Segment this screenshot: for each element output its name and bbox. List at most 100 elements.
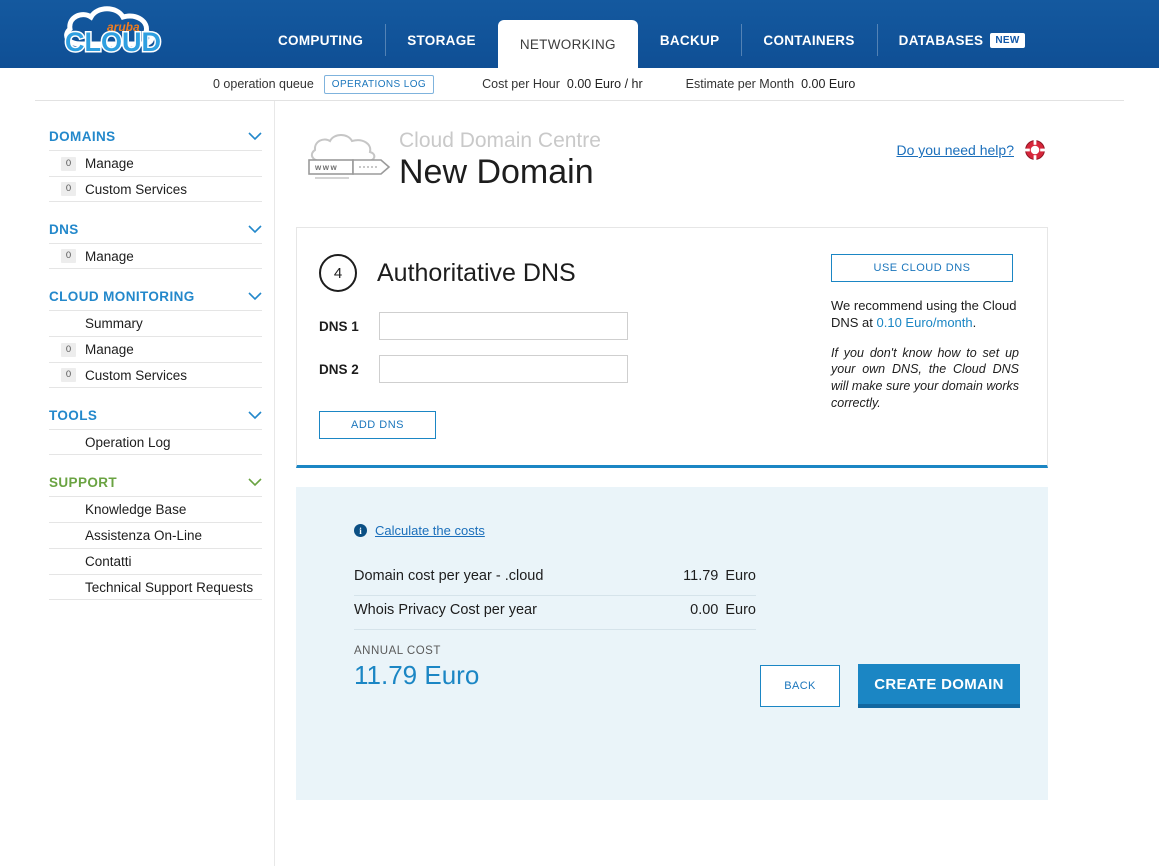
cost-row-currency: Euro [725,602,756,618]
cost-actions: BACK CREATE DOMAIN [760,664,1020,708]
sidebar-item-dns-manage[interactable]: 0 Manage [49,243,262,269]
sidebar-item-monitoring-manage[interactable]: 0 Manage [49,336,262,362]
authoritative-dns-panel: 4 Authoritative DNS DNS 1 DNS 2 ADD DNS … [296,227,1048,468]
nav-item-storage[interactable]: STORAGE [385,20,498,60]
operation-queue-group: 0 operation queue OPERATIONS LOG [213,75,434,94]
cloud-www-icon: www [303,131,395,188]
sidebar-group-header-dns[interactable]: DNS [49,222,274,243]
nav-item-networking[interactable]: NETWORKING [498,20,638,68]
sidebar-item-technical-support-requests[interactable]: Technical Support Requests [49,574,262,600]
status-subbar: 0 operation queue OPERATIONS LOG Cost pe… [0,68,1159,100]
recommend-suffix: . [973,315,977,330]
cost-rows: Domain cost per year - .cloud 11.79 Euro… [354,562,756,630]
sidebar-item-assistenza-online[interactable]: Assistenza On-Line [49,522,262,548]
sidebar-item-label: Manage [85,156,134,171]
add-dns-button[interactable]: ADD DNS [319,411,436,439]
svg-text:CLOUD: CLOUD [65,27,161,57]
page-title: New Domain [399,153,594,192]
cost-row-label: Domain cost per year - .cloud [354,568,543,584]
sidebar-group-header-cloud-monitoring[interactable]: CLOUD MONITORING [49,289,274,310]
sidebar-group-domains: DOMAINS 0 Manage 0 Custom Services [49,129,274,202]
sidebar-item-domains-manage[interactable]: 0 Manage [49,150,262,176]
calculate-costs-group: i Calculate the costs [354,523,1008,538]
cost-row-whois-privacy: Whois Privacy Cost per year 0.00 Euro [354,596,756,630]
estimate-per-month-value: 0.00 Euro [801,77,855,91]
cost-row-amount-group: 11.79 Euro [683,568,756,584]
dns1-input[interactable] [379,312,628,340]
estimate-per-month-label: Estimate per Month [686,77,794,91]
sidebar-group-title: TOOLS [49,408,97,423]
sidebar-item-label: Knowledge Base [85,502,186,517]
calculate-costs-link[interactable]: Calculate the costs [375,523,485,538]
nav-item-databases[interactable]: DATABASES NEW [877,20,1047,60]
nav-label: BACKUP [660,33,720,48]
cost-row-currency: Euro [725,568,756,584]
sidebar-item-monitoring-custom-services[interactable]: 0 Custom Services [49,362,262,388]
sidebar-group-tools: TOOLS Operation Log [49,408,274,455]
cost-row-amount: 0.00 [690,602,718,618]
main-content: www Cloud Domain Centre New Domain Do yo… [275,101,1159,866]
sidebar-item-contatti[interactable]: Contatti [49,548,262,574]
dns2-input[interactable] [379,355,628,383]
item-count-badge: 0 [61,182,76,196]
nav-item-computing[interactable]: COMPUTING [256,20,385,60]
nav-label: COMPUTING [278,33,363,48]
cost-summary-panel: i Calculate the costs Domain cost per ye… [296,487,1048,800]
operations-log-button[interactable]: OPERATIONS LOG [324,75,434,94]
cost-per-hour-value: 0.00 Euro / hr [567,77,643,91]
help-link[interactable]: Do you need help? [896,142,1014,158]
info-icon: i [354,524,367,537]
sidebar-item-knowledge-base[interactable]: Knowledge Base [49,496,262,522]
nav-label: CONTAINERS [763,33,854,48]
sidebar-group-support: SUPPORT Knowledge Base Assistenza On-Lin… [49,475,274,600]
operation-queue-text: 0 operation queue [213,77,314,91]
sidebar-item-label: Contatti [85,554,132,569]
cost-row-label: Whois Privacy Cost per year [354,602,537,618]
lifebuoy-icon[interactable] [1024,139,1046,161]
item-count-badge: 0 [61,249,76,263]
svg-text:www: www [314,163,338,172]
sidebar-item-label: Custom Services [85,368,187,383]
cloud-dns-recommendation: We recommend using the Cloud DNS at 0.10… [831,297,1017,332]
step-number-badge: 4 [319,254,357,292]
logo-graphic: aruba CLOUD CLOUD [55,4,173,64]
sidebar-item-label: Custom Services [85,182,187,197]
item-count-badge: 0 [61,343,76,357]
dns2-label: DNS 2 [319,362,379,377]
sidebar-item-label: Operation Log [85,435,171,450]
sidebar-item-label: Summary [85,316,143,331]
chevron-down-icon [248,225,262,234]
new-badge: NEW [990,33,1024,48]
top-navigation-bar: aruba CLOUD CLOUD COMPUTING STORAGE NETW… [0,0,1159,68]
sidebar-group-header-support[interactable]: SUPPORT [49,475,274,496]
cost-row-amount: 11.79 [683,568,718,584]
chevron-down-icon [248,478,262,487]
aruba-cloud-logo[interactable]: aruba CLOUD CLOUD [55,4,173,64]
back-button[interactable]: BACK [760,665,840,707]
item-count-badge: 0 [61,368,76,382]
nav-item-containers[interactable]: CONTAINERS [741,20,876,60]
sidebar-group-title: SUPPORT [49,475,117,490]
sidebar-item-operation-log[interactable]: Operation Log [49,429,262,455]
sidebar-group-title: CLOUD MONITORING [49,289,195,304]
nav-label: NETWORKING [520,37,616,52]
sidebar-item-label: Assistenza On-Line [85,528,202,543]
page-header: www Cloud Domain Centre New Domain Do yo… [293,119,1159,227]
cloud-dns-note: If you don't know how to set up your own… [831,345,1019,413]
nav-item-backup[interactable]: BACKUP [638,20,742,60]
sidebar-group-header-tools[interactable]: TOOLS [49,408,274,429]
chevron-down-icon [248,411,262,420]
page-body: DOMAINS 0 Manage 0 Custom Services DNS [0,101,1159,866]
estimate-per-month-group: Estimate per Month 0.00 Euro [686,77,856,91]
use-cloud-dns-button[interactable]: USE CLOUD DNS [831,254,1013,282]
create-domain-button[interactable]: CREATE DOMAIN [858,664,1020,708]
cost-per-hour-label: Cost per Hour [482,77,560,91]
main-nav: COMPUTING STORAGE NETWORKING BACKUP CONT… [256,0,1047,68]
panel-title: Authoritative DNS [377,259,576,288]
sidebar-item-label: Technical Support Requests [85,580,253,595]
sidebar-item-label: Manage [85,249,134,264]
sidebar-group-title: DNS [49,222,79,237]
sidebar-item-monitoring-summary[interactable]: Summary [49,310,262,336]
sidebar-group-header-domains[interactable]: DOMAINS [49,129,274,150]
sidebar-item-domains-custom-services[interactable]: 0 Custom Services [49,176,262,202]
